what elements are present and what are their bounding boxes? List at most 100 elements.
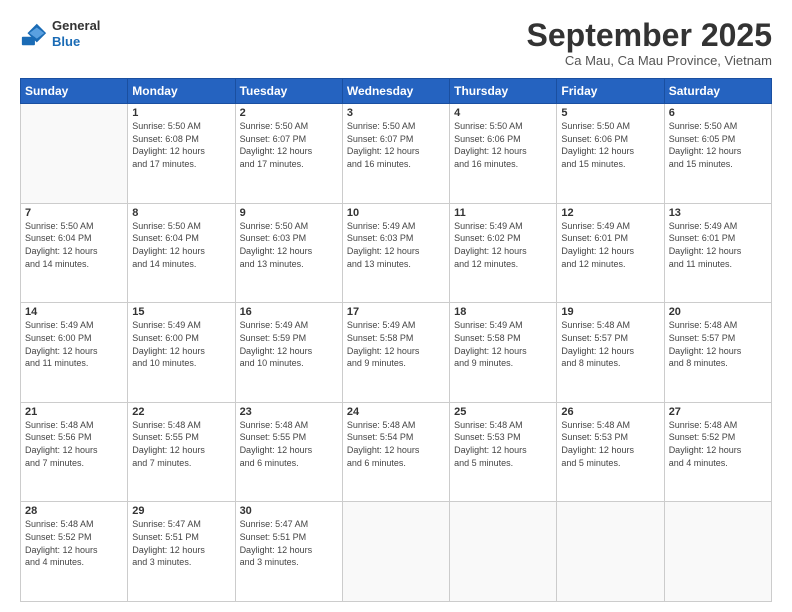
- col-header-wednesday: Wednesday: [342, 79, 449, 104]
- day-number: 24: [347, 406, 445, 418]
- calendar-cell: [342, 502, 449, 602]
- day-number: 7: [25, 207, 123, 219]
- day-number: 3: [347, 107, 445, 119]
- day-info: Sunrise: 5:48 AM Sunset: 5:52 PM Dayligh…: [669, 419, 767, 469]
- calendar-cell: 8Sunrise: 5:50 AM Sunset: 6:04 PM Daylig…: [128, 203, 235, 303]
- day-number: 15: [132, 306, 230, 318]
- day-info: Sunrise: 5:50 AM Sunset: 6:06 PM Dayligh…: [454, 120, 552, 170]
- calendar-cell: 27Sunrise: 5:48 AM Sunset: 5:52 PM Dayli…: [664, 402, 771, 502]
- page: General Blue September 2025 Ca Mau, Ca M…: [0, 0, 792, 612]
- calendar-cell: 2Sunrise: 5:50 AM Sunset: 6:07 PM Daylig…: [235, 104, 342, 204]
- day-info: Sunrise: 5:50 AM Sunset: 6:04 PM Dayligh…: [25, 220, 123, 270]
- col-header-monday: Monday: [128, 79, 235, 104]
- calendar-cell: 5Sunrise: 5:50 AM Sunset: 6:06 PM Daylig…: [557, 104, 664, 204]
- col-header-thursday: Thursday: [450, 79, 557, 104]
- day-number: 4: [454, 107, 552, 119]
- day-info: Sunrise: 5:50 AM Sunset: 6:05 PM Dayligh…: [669, 120, 767, 170]
- calendar-cell: 6Sunrise: 5:50 AM Sunset: 6:05 PM Daylig…: [664, 104, 771, 204]
- calendar-cell: 12Sunrise: 5:49 AM Sunset: 6:01 PM Dayli…: [557, 203, 664, 303]
- day-number: 28: [25, 505, 123, 517]
- header: General Blue September 2025 Ca Mau, Ca M…: [20, 18, 772, 68]
- col-header-saturday: Saturday: [664, 79, 771, 104]
- calendar-week-5: 28Sunrise: 5:48 AM Sunset: 5:52 PM Dayli…: [21, 502, 772, 602]
- day-number: 19: [561, 306, 659, 318]
- day-number: 5: [561, 107, 659, 119]
- day-info: Sunrise: 5:47 AM Sunset: 5:51 PM Dayligh…: [132, 518, 230, 568]
- calendar-week-3: 14Sunrise: 5:49 AM Sunset: 6:00 PM Dayli…: [21, 303, 772, 403]
- calendar-table: SundayMondayTuesdayWednesdayThursdayFrid…: [20, 78, 772, 602]
- day-info: Sunrise: 5:48 AM Sunset: 5:53 PM Dayligh…: [454, 419, 552, 469]
- calendar-cell: 19Sunrise: 5:48 AM Sunset: 5:57 PM Dayli…: [557, 303, 664, 403]
- day-number: 13: [669, 207, 767, 219]
- month-title: September 2025: [527, 18, 772, 53]
- calendar-cell: 24Sunrise: 5:48 AM Sunset: 5:54 PM Dayli…: [342, 402, 449, 502]
- day-info: Sunrise: 5:49 AM Sunset: 5:58 PM Dayligh…: [454, 319, 552, 369]
- calendar-cell: 10Sunrise: 5:49 AM Sunset: 6:03 PM Dayli…: [342, 203, 449, 303]
- day-info: Sunrise: 5:49 AM Sunset: 6:01 PM Dayligh…: [561, 220, 659, 270]
- calendar-week-4: 21Sunrise: 5:48 AM Sunset: 5:56 PM Dayli…: [21, 402, 772, 502]
- day-info: Sunrise: 5:48 AM Sunset: 5:57 PM Dayligh…: [669, 319, 767, 369]
- day-number: 29: [132, 505, 230, 517]
- col-header-tuesday: Tuesday: [235, 79, 342, 104]
- day-info: Sunrise: 5:48 AM Sunset: 5:57 PM Dayligh…: [561, 319, 659, 369]
- calendar-week-2: 7Sunrise: 5:50 AM Sunset: 6:04 PM Daylig…: [21, 203, 772, 303]
- calendar-cell: [664, 502, 771, 602]
- day-number: 6: [669, 107, 767, 119]
- day-number: 22: [132, 406, 230, 418]
- calendar-cell: 29Sunrise: 5:47 AM Sunset: 5:51 PM Dayli…: [128, 502, 235, 602]
- location: Ca Mau, Ca Mau Province, Vietnam: [527, 53, 772, 68]
- calendar-cell: 26Sunrise: 5:48 AM Sunset: 5:53 PM Dayli…: [557, 402, 664, 502]
- calendar-cell: 18Sunrise: 5:49 AM Sunset: 5:58 PM Dayli…: [450, 303, 557, 403]
- day-number: 10: [347, 207, 445, 219]
- day-info: Sunrise: 5:48 AM Sunset: 5:53 PM Dayligh…: [561, 419, 659, 469]
- day-number: 17: [347, 306, 445, 318]
- calendar-cell: 9Sunrise: 5:50 AM Sunset: 6:03 PM Daylig…: [235, 203, 342, 303]
- calendar-cell: 3Sunrise: 5:50 AM Sunset: 6:07 PM Daylig…: [342, 104, 449, 204]
- day-number: 9: [240, 207, 338, 219]
- calendar-header-row: SundayMondayTuesdayWednesdayThursdayFrid…: [21, 79, 772, 104]
- day-info: Sunrise: 5:48 AM Sunset: 5:55 PM Dayligh…: [240, 419, 338, 469]
- col-header-friday: Friday: [557, 79, 664, 104]
- logo-line2: Blue: [52, 34, 100, 50]
- day-number: 1: [132, 107, 230, 119]
- day-info: Sunrise: 5:50 AM Sunset: 6:06 PM Dayligh…: [561, 120, 659, 170]
- day-info: Sunrise: 5:48 AM Sunset: 5:56 PM Dayligh…: [25, 419, 123, 469]
- day-number: 20: [669, 306, 767, 318]
- calendar-cell: 15Sunrise: 5:49 AM Sunset: 6:00 PM Dayli…: [128, 303, 235, 403]
- day-number: 8: [132, 207, 230, 219]
- calendar-cell: 23Sunrise: 5:48 AM Sunset: 5:55 PM Dayli…: [235, 402, 342, 502]
- day-info: Sunrise: 5:49 AM Sunset: 5:59 PM Dayligh…: [240, 319, 338, 369]
- col-header-sunday: Sunday: [21, 79, 128, 104]
- calendar-cell: 21Sunrise: 5:48 AM Sunset: 5:56 PM Dayli…: [21, 402, 128, 502]
- day-info: Sunrise: 5:48 AM Sunset: 5:52 PM Dayligh…: [25, 518, 123, 568]
- calendar-cell: 7Sunrise: 5:50 AM Sunset: 6:04 PM Daylig…: [21, 203, 128, 303]
- calendar-cell: 1Sunrise: 5:50 AM Sunset: 6:08 PM Daylig…: [128, 104, 235, 204]
- calendar-week-1: 1Sunrise: 5:50 AM Sunset: 6:08 PM Daylig…: [21, 104, 772, 204]
- logo-line1: General: [52, 18, 100, 34]
- day-number: 18: [454, 306, 552, 318]
- day-info: Sunrise: 5:50 AM Sunset: 6:08 PM Dayligh…: [132, 120, 230, 170]
- day-number: 11: [454, 207, 552, 219]
- calendar-cell: 25Sunrise: 5:48 AM Sunset: 5:53 PM Dayli…: [450, 402, 557, 502]
- calendar-cell: 30Sunrise: 5:47 AM Sunset: 5:51 PM Dayli…: [235, 502, 342, 602]
- calendar-cell: 4Sunrise: 5:50 AM Sunset: 6:06 PM Daylig…: [450, 104, 557, 204]
- calendar-cell: 22Sunrise: 5:48 AM Sunset: 5:55 PM Dayli…: [128, 402, 235, 502]
- day-info: Sunrise: 5:49 AM Sunset: 6:02 PM Dayligh…: [454, 220, 552, 270]
- day-number: 21: [25, 406, 123, 418]
- day-info: Sunrise: 5:50 AM Sunset: 6:07 PM Dayligh…: [240, 120, 338, 170]
- day-number: 14: [25, 306, 123, 318]
- calendar-cell: 11Sunrise: 5:49 AM Sunset: 6:02 PM Dayli…: [450, 203, 557, 303]
- calendar-cell: [557, 502, 664, 602]
- generalblue-logo-icon: [20, 20, 48, 48]
- logo: General Blue: [20, 18, 100, 49]
- calendar-cell: [450, 502, 557, 602]
- day-info: Sunrise: 5:49 AM Sunset: 5:58 PM Dayligh…: [347, 319, 445, 369]
- day-info: Sunrise: 5:50 AM Sunset: 6:07 PM Dayligh…: [347, 120, 445, 170]
- day-info: Sunrise: 5:47 AM Sunset: 5:51 PM Dayligh…: [240, 518, 338, 568]
- day-info: Sunrise: 5:50 AM Sunset: 6:03 PM Dayligh…: [240, 220, 338, 270]
- calendar-cell: [21, 104, 128, 204]
- calendar-cell: 17Sunrise: 5:49 AM Sunset: 5:58 PM Dayli…: [342, 303, 449, 403]
- day-info: Sunrise: 5:49 AM Sunset: 6:00 PM Dayligh…: [25, 319, 123, 369]
- calendar-cell: 20Sunrise: 5:48 AM Sunset: 5:57 PM Dayli…: [664, 303, 771, 403]
- day-number: 26: [561, 406, 659, 418]
